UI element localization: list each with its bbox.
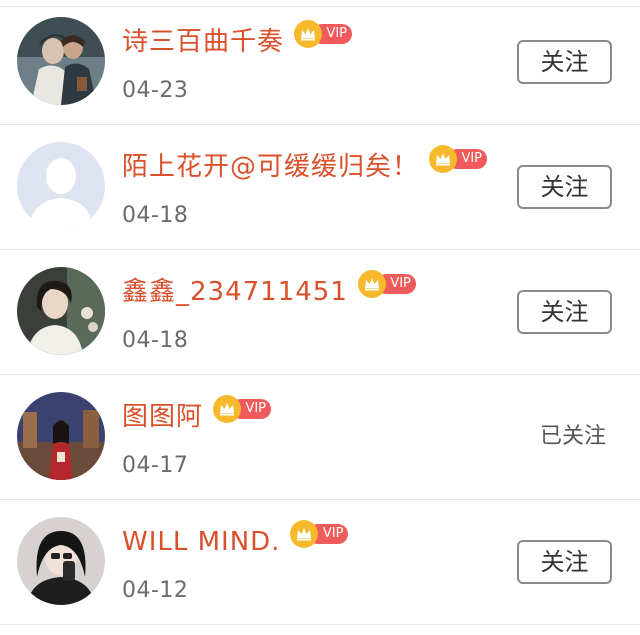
list-item[interactable]: 鑫鑫_234711451 VIP 04-18 关注	[0, 250, 640, 375]
username-line: WILL MIND. VIP	[122, 520, 349, 562]
username[interactable]: 图图阿	[122, 397, 203, 437]
follow-date: 04-12	[122, 578, 189, 603]
follow-button[interactable]: 关注	[517, 540, 612, 584]
follow-date: 04-18	[122, 328, 189, 353]
crown-icon	[429, 145, 458, 173]
list-item[interactable]: 诗三百曲千奏 VIP 04-23 关注	[0, 0, 640, 125]
photo-avatar-selfie-icon	[17, 517, 105, 605]
follower-list: 诗三百曲千奏 VIP 04-23 关注 陌上花开@可缓缓归矣！ VIP 04-1…	[0, 0, 640, 635]
avatar[interactable]	[17, 17, 105, 105]
crown-icon	[294, 20, 323, 48]
username[interactable]: 鑫鑫_234711451	[122, 272, 348, 312]
vip-badge: VIP	[357, 270, 416, 298]
avatar[interactable]	[17, 392, 105, 480]
crown-icon	[290, 520, 319, 548]
username-line: 图图阿 VIP	[122, 395, 272, 437]
photo-avatar-game-character-icon	[17, 392, 105, 480]
username-line: 陌上花开@可缓缓归矣！ VIP	[122, 145, 488, 187]
follow-button[interactable]: 关注	[517, 40, 612, 84]
follow-date: 04-23	[122, 78, 189, 103]
photo-avatar-couple-icon	[17, 17, 105, 105]
crown-icon	[213, 395, 242, 423]
crown-icon	[357, 270, 386, 298]
vip-badge: VIP	[429, 145, 488, 173]
avatar[interactable]	[17, 142, 105, 230]
username[interactable]: WILL MIND.	[122, 522, 280, 562]
list-item[interactable]: 陌上花开@可缓缓归矣！ VIP 04-18 关注	[0, 125, 640, 250]
vip-badge: VIP	[290, 520, 349, 548]
vip-badge: VIP	[294, 20, 353, 48]
avatar[interactable]	[17, 267, 105, 355]
follow-date: 04-18	[122, 203, 189, 228]
avatar[interactable]	[17, 517, 105, 605]
photo-avatar-woman-icon	[17, 267, 105, 355]
list-item[interactable]: 图图阿 VIP 04-17 已关注	[0, 375, 640, 500]
list-item[interactable]: WILL MIND. VIP 04-12 关注	[0, 500, 640, 625]
default-person-avatar-icon	[17, 142, 105, 230]
follow-date: 04-17	[122, 453, 189, 478]
username[interactable]: 诗三百曲千奏	[122, 22, 284, 62]
vip-badge: VIP	[213, 395, 272, 423]
username[interactable]: 陌上花开@可缓缓归矣！	[122, 147, 419, 187]
follow-button[interactable]: 关注	[517, 290, 612, 334]
follow-button[interactable]: 关注	[517, 165, 612, 209]
followed-status[interactable]: 已关注	[540, 421, 606, 453]
username-line: 鑫鑫_234711451 VIP	[122, 270, 416, 312]
username-line: 诗三百曲千奏 VIP	[122, 20, 353, 62]
